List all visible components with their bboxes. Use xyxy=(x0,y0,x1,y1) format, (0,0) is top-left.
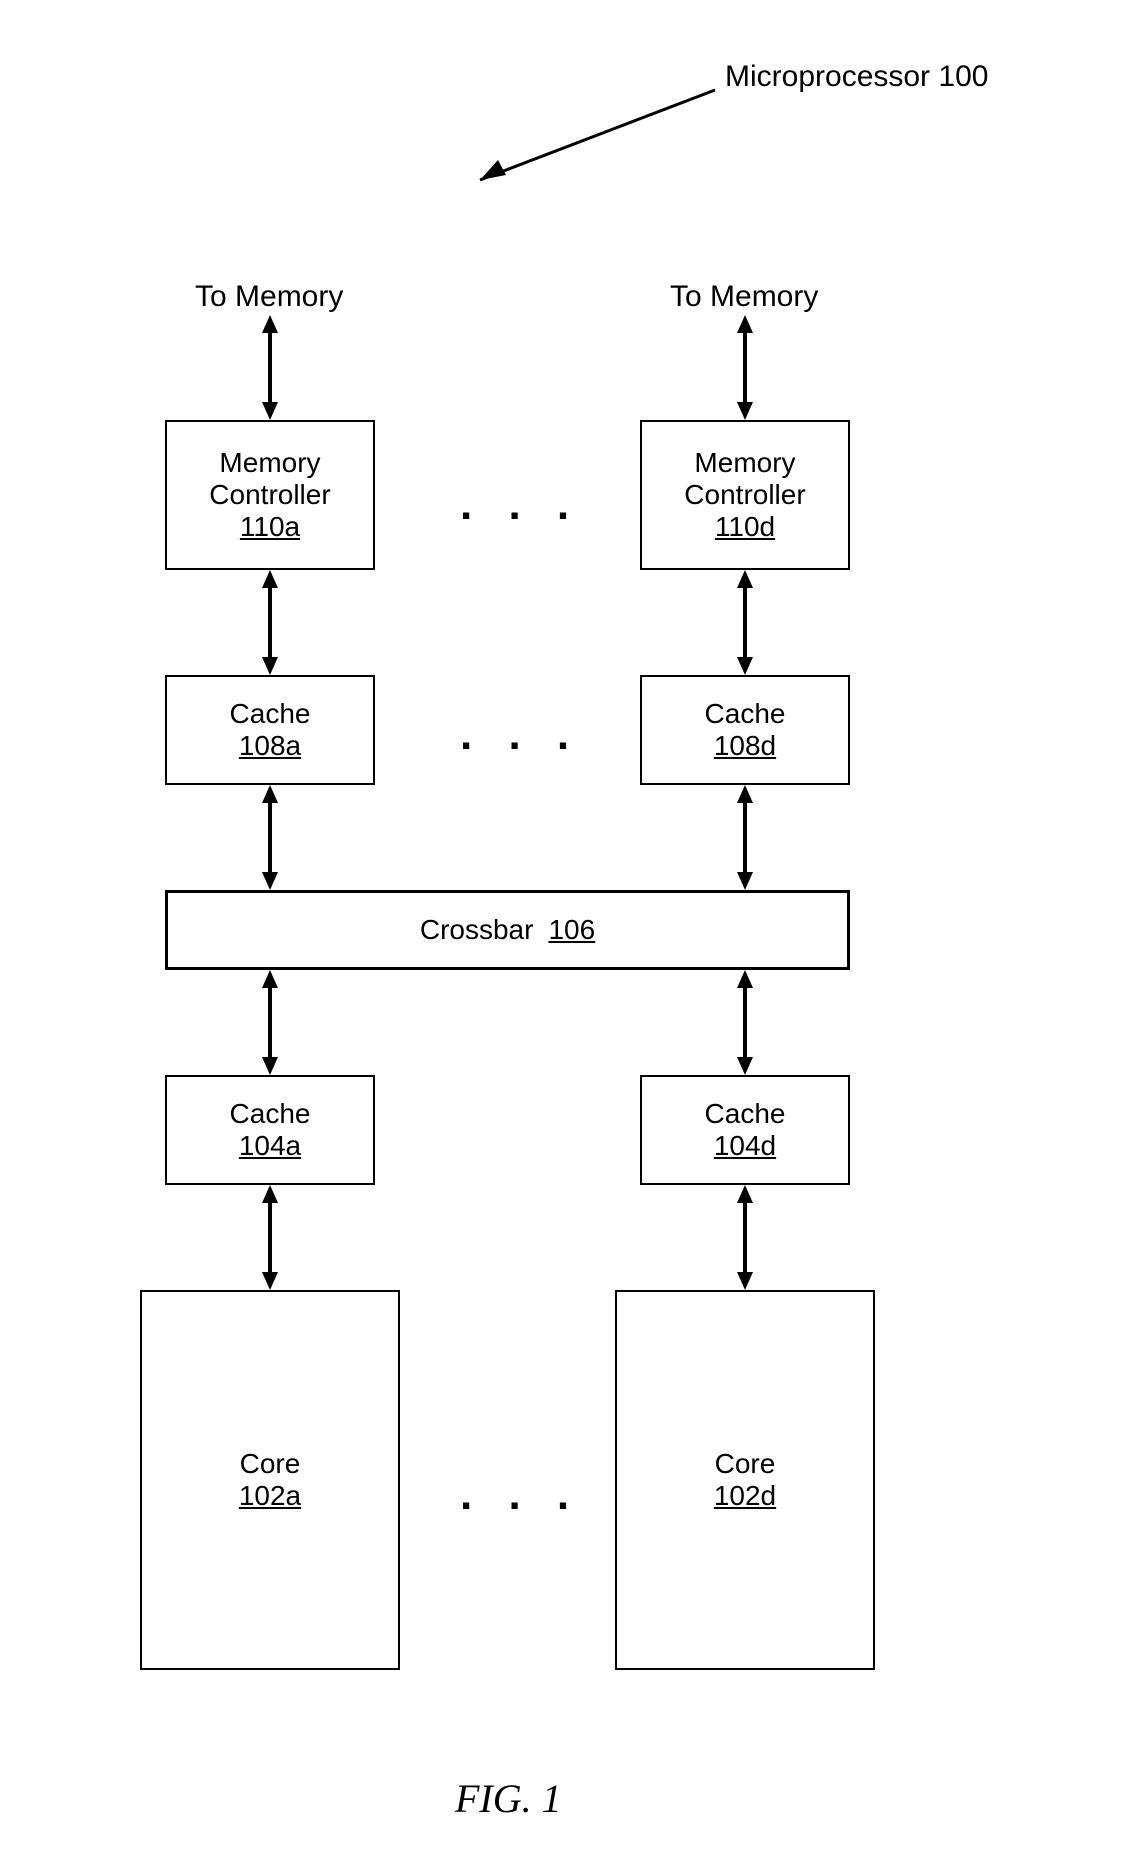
to-memory-left: To Memory xyxy=(195,280,343,314)
memory-controller-left: MemoryController 110a xyxy=(165,420,375,570)
crossbar-ref: 106 xyxy=(548,914,595,946)
cache-tl-ref: 108a xyxy=(239,730,301,762)
core-right: Core 102d xyxy=(615,1290,875,1670)
memory-controller-right: MemoryController 110d xyxy=(640,420,850,570)
title-label: Microprocessor 100 xyxy=(725,60,988,94)
mc-left-ref: 110a xyxy=(240,511,300,543)
mc-right-label: MemoryController xyxy=(684,447,805,511)
core-left-label: Core xyxy=(240,1448,301,1480)
pointer-arrow xyxy=(450,80,730,200)
arrow-cache-core-left xyxy=(255,1185,285,1290)
arrow-xbar-cache-left xyxy=(255,970,285,1075)
cache-tr-ref: 108d xyxy=(714,730,776,762)
arrow-mc-cache-left xyxy=(255,570,285,675)
arrow-xbar-cache-right xyxy=(730,970,760,1075)
ellipsis-mc: . . . xyxy=(460,480,581,530)
cache-br-label: Cache xyxy=(705,1098,786,1130)
cache-bl-label: Cache xyxy=(230,1098,311,1130)
arrow-cache-xbar-left xyxy=(255,785,285,890)
arrow-cache-xbar-right xyxy=(730,785,760,890)
core-left-ref: 102a xyxy=(239,1480,301,1512)
cache-bottom-right: Cache 104d xyxy=(640,1075,850,1185)
figure-label: FIG. 1 xyxy=(455,1775,562,1822)
ellipsis-core: . . . xyxy=(460,1470,581,1520)
cache-tl-label: Cache xyxy=(230,698,311,730)
core-right-ref: 102d xyxy=(714,1480,776,1512)
cache-tr-label: Cache xyxy=(705,698,786,730)
core-right-label: Core xyxy=(715,1448,776,1480)
cache-bl-ref: 104a xyxy=(239,1130,301,1162)
crossbar-label: Crossbar xyxy=(420,914,534,946)
cache-bottom-left: Cache 104a xyxy=(165,1075,375,1185)
mc-right-ref: 110d xyxy=(715,511,775,543)
cache-top-right: Cache 108d xyxy=(640,675,850,785)
mc-left-label: MemoryController xyxy=(209,447,330,511)
arrow-mem-mc-left xyxy=(255,315,285,420)
cache-top-left: Cache 108a xyxy=(165,675,375,785)
arrow-mem-mc-right xyxy=(730,315,760,420)
to-memory-right: To Memory xyxy=(670,280,818,314)
cache-br-ref: 104d xyxy=(714,1130,776,1162)
arrow-mc-cache-right xyxy=(730,570,760,675)
ellipsis-cache-top: . . . xyxy=(460,710,581,760)
crossbar: Crossbar 106 xyxy=(165,890,850,970)
arrow-cache-core-right xyxy=(730,1185,760,1290)
core-left: Core 102a xyxy=(140,1290,400,1670)
